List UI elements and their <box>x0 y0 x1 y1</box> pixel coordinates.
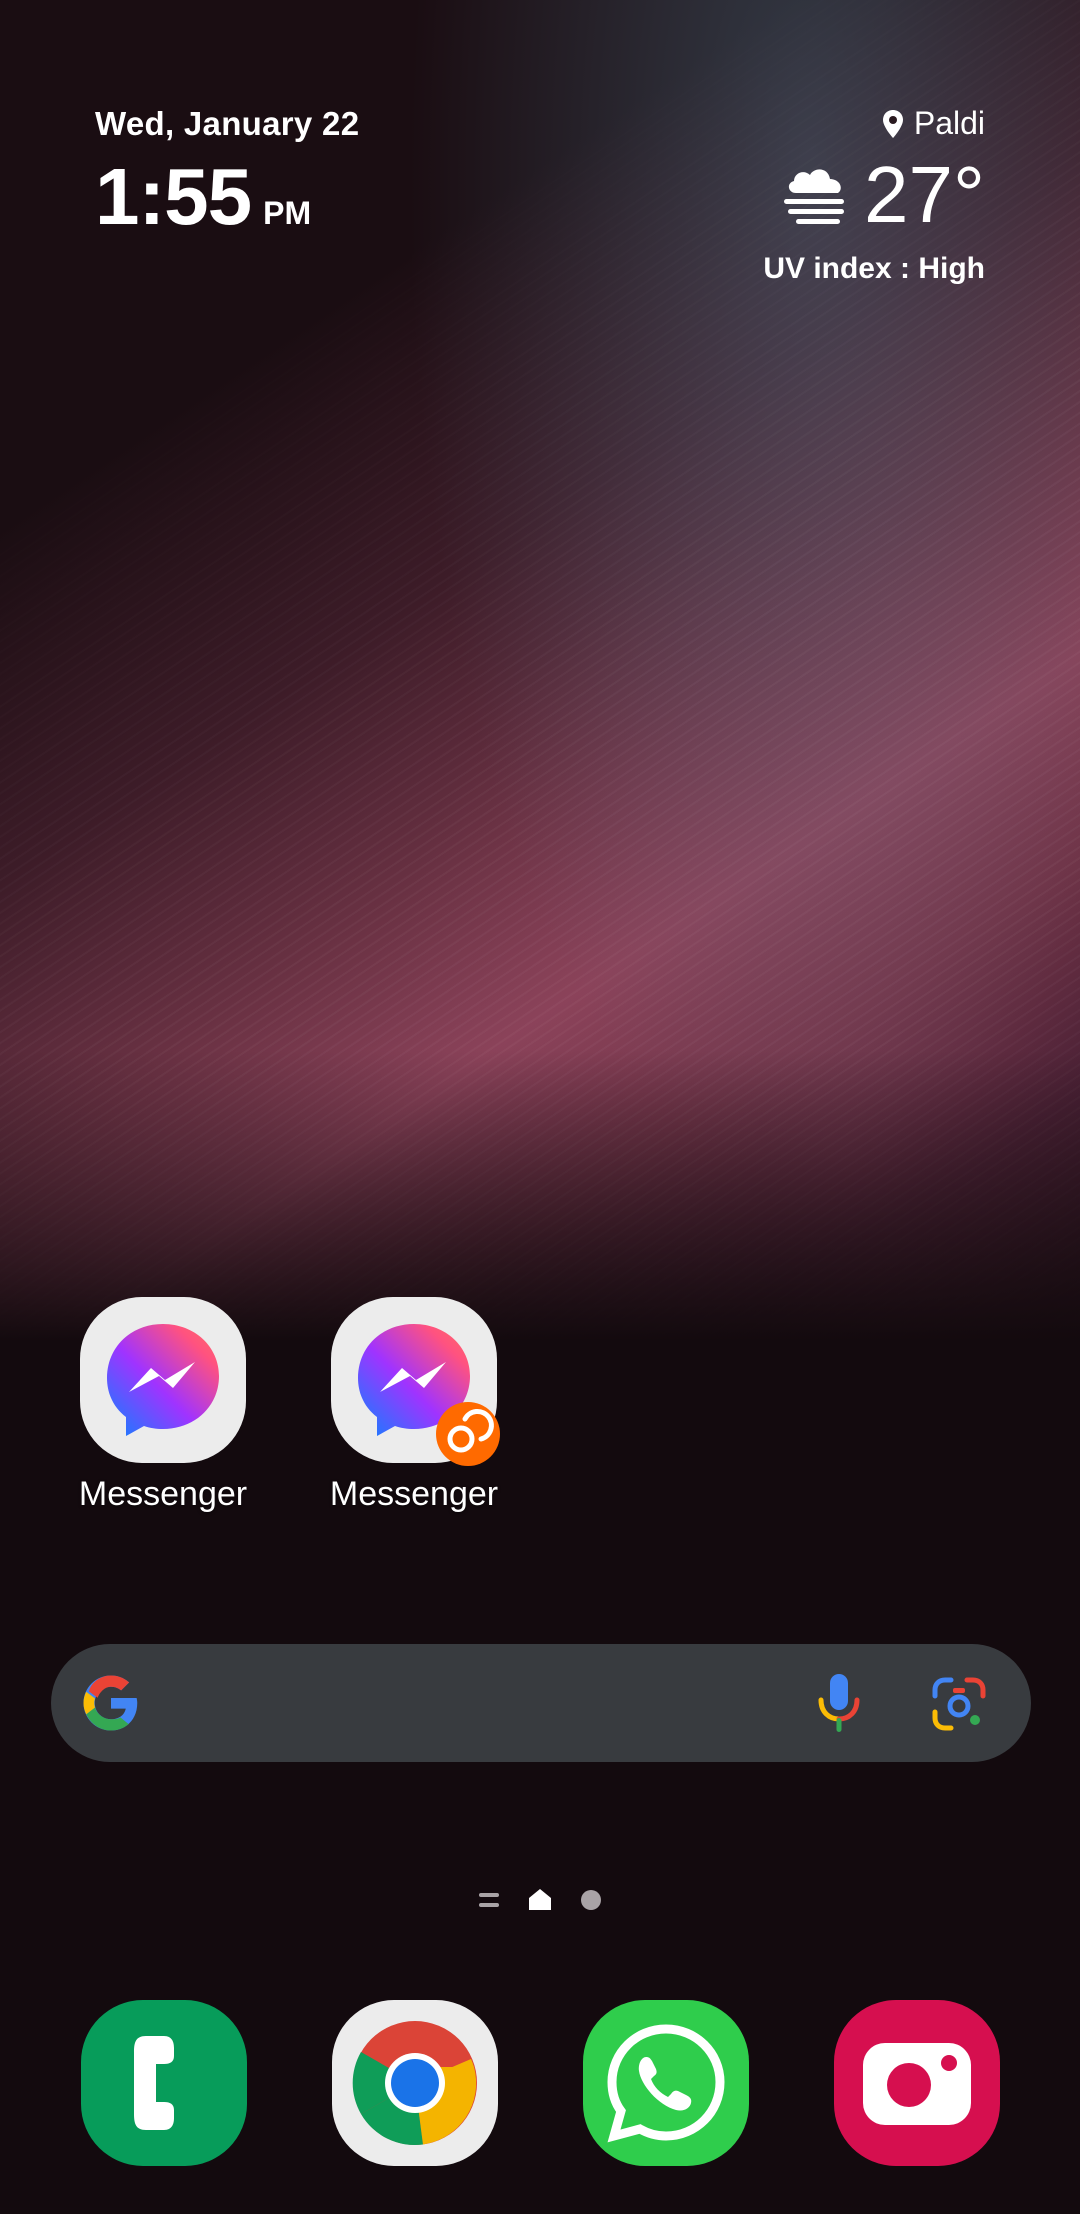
dock-whatsapp[interactable] <box>583 2000 749 2166</box>
messenger-app-tile[interactable] <box>80 1297 246 1463</box>
home-page-icon[interactable] <box>528 1888 552 1912</box>
app-label: Messenger <box>78 1475 248 1513</box>
whatsapp-icon <box>607 2024 725 2143</box>
app-label: Messenger <box>329 1475 499 1513</box>
dual-app-badge-icon <box>436 1402 500 1466</box>
location-text: Paldi <box>913 105 985 141</box>
microphone-icon[interactable] <box>811 1672 867 1734</box>
uv-index-text: UV index : High <box>763 252 985 285</box>
chrome-icon <box>352 2021 477 2146</box>
phone-icon <box>134 2036 174 2130</box>
dock-camera[interactable] <box>834 2000 1000 2166</box>
app-messenger[interactable]: Messenger <box>63 1297 263 1514</box>
app-messenger-dual[interactable]: Messenger <box>314 1297 514 1514</box>
location-pin-icon <box>882 109 903 138</box>
google-search-bar[interactable] <box>51 1644 1031 1762</box>
temperature-text: 27° <box>864 150 985 239</box>
weather-widget[interactable]: Paldi 27° UV index : High <box>763 105 985 286</box>
page-list-icon[interactable] <box>478 1891 500 1909</box>
clock-widget[interactable]: Wed, January 22 1:55 PM <box>95 105 359 237</box>
time-text: 1:55 <box>95 152 252 241</box>
page-dot-icon[interactable] <box>580 1889 602 1911</box>
google-lens-icon[interactable] <box>931 1676 987 1732</box>
ampm-text: PM <box>263 195 312 231</box>
camera-icon <box>863 2043 971 2125</box>
google-g-icon <box>83 1675 138 1731</box>
date-text: Wed, January 22 <box>95 105 360 142</box>
page-indicator[interactable] <box>0 1888 1080 1912</box>
dock-phone[interactable] <box>81 2000 247 2166</box>
time-row: 1:55 PM <box>95 157 359 237</box>
messenger-icon <box>107 1324 219 1436</box>
temperature-row: 27° <box>763 150 985 240</box>
location-row: Paldi <box>763 105 985 142</box>
dock-chrome[interactable] <box>332 2000 498 2166</box>
messenger-app-tile[interactable] <box>331 1297 500 1466</box>
fog-cloud-icon <box>784 169 845 224</box>
